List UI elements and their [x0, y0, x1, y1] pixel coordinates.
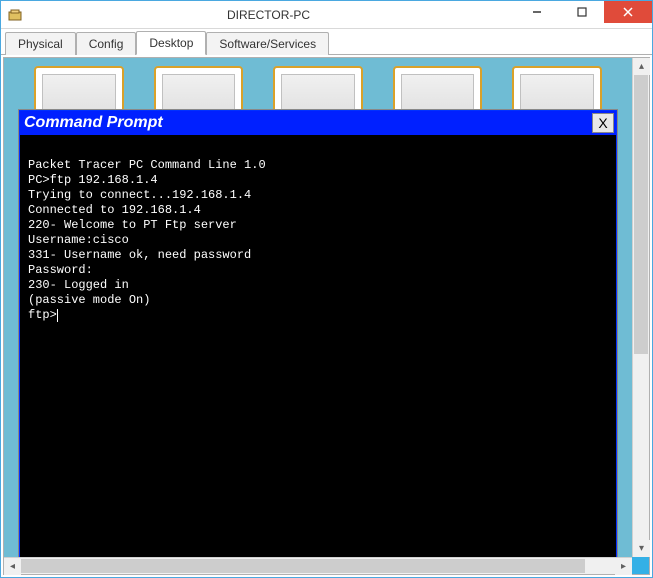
titlebar: DIRECTOR-PC: [1, 1, 652, 29]
tab-bar: Physical Config Desktop Software/Service…: [1, 29, 652, 55]
vertical-scrollbar[interactable]: ▴ ▾: [632, 58, 649, 557]
scroll-track-vertical[interactable]: [633, 75, 649, 540]
scroll-up-button[interactable]: ▴: [633, 58, 650, 75]
terminal-output: Packet Tracer PC Command Line 1.0 PC>ftp…: [28, 158, 266, 322]
tab-software-services[interactable]: Software/Services: [206, 32, 329, 55]
command-prompt-close-button[interactable]: X: [592, 113, 614, 133]
maximize-button[interactable]: [559, 1, 604, 23]
terminal-cursor: [57, 309, 58, 322]
app-window: DIRECTOR-PC Physical Config Desktop Soft…: [0, 0, 653, 578]
desktop-background: Command Prompt X Packet Tracer PC Comman…: [4, 58, 632, 557]
command-prompt-titlebar[interactable]: Command Prompt X: [20, 111, 616, 135]
window-title: DIRECTOR-PC: [23, 8, 514, 22]
window-buttons: [514, 1, 652, 28]
tab-config[interactable]: Config: [76, 32, 137, 55]
scroll-track-horizontal[interactable]: [21, 558, 615, 574]
horizontal-scrollbar[interactable]: ◂ ▸: [4, 557, 632, 574]
scroll-right-button[interactable]: ▸: [615, 558, 632, 575]
tab-desktop[interactable]: Desktop: [136, 31, 206, 55]
app-icon: [7, 7, 23, 23]
command-prompt-terminal[interactable]: Packet Tracer PC Command Line 1.0 PC>ftp…: [20, 135, 616, 557]
scroll-left-button[interactable]: ◂: [4, 558, 21, 575]
minimize-button[interactable]: [514, 1, 559, 23]
tab-physical[interactable]: Physical: [5, 32, 76, 55]
scroll-down-button[interactable]: ▾: [633, 540, 650, 557]
scrollbar-corner: [632, 557, 649, 574]
scroll-thumb-horizontal[interactable]: [21, 559, 585, 573]
command-prompt-window: Command Prompt X Packet Tracer PC Comman…: [19, 110, 617, 557]
close-button[interactable]: [604, 1, 652, 23]
content-area: Command Prompt X Packet Tracer PC Comman…: [3, 57, 650, 575]
scroll-thumb-vertical[interactable]: [634, 75, 648, 354]
command-prompt-title: Command Prompt: [24, 114, 592, 132]
